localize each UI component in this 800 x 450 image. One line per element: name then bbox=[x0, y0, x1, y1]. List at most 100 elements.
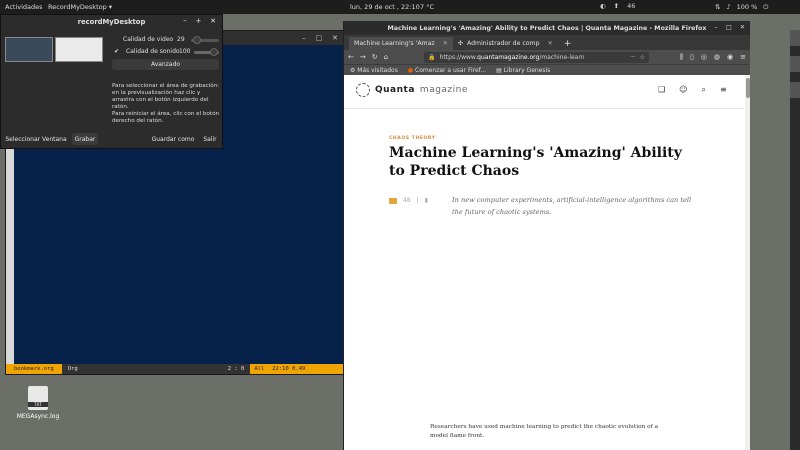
close-tab-icon[interactable]: ✕ bbox=[548, 40, 553, 47]
search-icon[interactable]: ⌕ bbox=[702, 85, 706, 95]
desktop-file-icon[interactable]: TXT MEGAsync.log bbox=[16, 386, 60, 420]
close-icon[interactable]: ✕ bbox=[332, 34, 338, 42]
screen-preview[interactable] bbox=[55, 37, 103, 62]
tab-addons[interactable]: ✣ Administrador de comp ✕ bbox=[453, 37, 558, 50]
maximize-icon[interactable]: + bbox=[196, 17, 202, 25]
bookmark-item[interactable]: ▤ Library Genesis bbox=[496, 67, 550, 74]
sound-checkbox[interactable]: ✔ bbox=[114, 48, 119, 55]
article-page[interactable]: Quanta magazine ❏ ☺ ⌕ ≡ CHAOS THEORY Mac… bbox=[344, 76, 749, 450]
new-tab-button[interactable]: + bbox=[558, 37, 578, 50]
maximize-icon[interactable]: □ bbox=[726, 24, 732, 31]
help-text-select: Para seleccionar el área de grabación: e… bbox=[112, 83, 220, 110]
url-prefix: https://www. bbox=[439, 53, 478, 61]
tray-icon[interactable]: ⬆ bbox=[614, 2, 619, 10]
puzzle-icon: ✣ bbox=[457, 40, 463, 47]
volume-icon: ♪ bbox=[726, 3, 731, 11]
quanta-logo-icon[interactable] bbox=[356, 83, 370, 97]
status-area[interactable]: ⇅ ♪ 100 % ⏻ bbox=[715, 3, 768, 12]
back-icon[interactable]: ← bbox=[348, 53, 354, 61]
slider-knob[interactable] bbox=[210, 48, 218, 56]
rmd-titlebar: recordMyDesktop – + ✕ bbox=[1, 15, 222, 28]
book-icon: ▤ bbox=[496, 66, 504, 74]
lock-icon: 🔒 bbox=[428, 53, 436, 61]
minimize-icon[interactable]: – bbox=[715, 24, 718, 31]
brand-name[interactable]: Quanta bbox=[375, 85, 415, 95]
tab-label: Machine Learning's 'Amaz bbox=[354, 40, 435, 47]
url-path: /machine-learn bbox=[539, 53, 585, 61]
article-headline: Machine Learning's 'Amazing' Ability to … bbox=[389, 145, 682, 179]
tray-icon[interactable]: ◐ bbox=[600, 2, 606, 10]
page-actions-icon[interactable]: ··· bbox=[630, 54, 636, 61]
article-dek: In new computer experiments, artificial-… bbox=[452, 196, 692, 216]
firefox-titlebar: Machine Learning's 'Amazing' Ability to … bbox=[344, 21, 750, 35]
sidebar-icon[interactable]: ▯ bbox=[690, 53, 694, 62]
comment-count[interactable]: 48 bbox=[403, 197, 411, 204]
nav-toolbar: ← → ↻ ⌂ 🔒 https://www. quantamagazine.or… bbox=[344, 50, 750, 64]
menu-icon[interactable]: ≡ bbox=[740, 53, 746, 62]
dock-item[interactable] bbox=[790, 30, 800, 46]
advanced-button[interactable]: Avanzado bbox=[112, 59, 219, 70]
weather-indicator[interactable]: 7 °C bbox=[420, 3, 434, 11]
bookmark-item[interactable]: ⚙ Más visitados bbox=[350, 67, 398, 74]
site-header: Quanta magazine bbox=[356, 83, 468, 97]
slider-knob[interactable] bbox=[193, 36, 201, 44]
screen-preview[interactable] bbox=[5, 37, 53, 62]
scrollbar[interactable] bbox=[745, 76, 750, 450]
bookmark-star-icon[interactable]: ☆ bbox=[640, 54, 645, 61]
scrollbar-thumb[interactable] bbox=[745, 78, 750, 98]
extension-icon[interactable]: ◍ bbox=[714, 53, 720, 62]
brand-suffix[interactable]: magazine bbox=[420, 85, 468, 95]
sync-icon[interactable]: ◎ bbox=[701, 53, 707, 62]
tab-article[interactable]: Machine Learning's 'Amaz ✕ bbox=[349, 37, 453, 50]
modeline-time: 22:10 0.49 bbox=[272, 366, 306, 372]
sound-quality-label: Calidad de sonido bbox=[126, 48, 180, 55]
reload-icon[interactable]: ↻ bbox=[372, 53, 378, 61]
tray-value: 46 bbox=[627, 2, 636, 10]
system-tray: ◐ ⬆ 46 bbox=[600, 2, 635, 10]
firefox-window: Machine Learning's 'Amazing' Ability to … bbox=[343, 21, 750, 450]
text-file-icon: TXT bbox=[28, 386, 48, 410]
home-icon[interactable]: ⌂ bbox=[384, 53, 388, 61]
major-mode: Org bbox=[61, 364, 222, 374]
dock-item[interactable] bbox=[790, 82, 800, 98]
library-icon[interactable]: ⫼ bbox=[680, 53, 683, 62]
cursor-position: 2 : 0 bbox=[221, 364, 251, 374]
bookmark-item[interactable]: ● Comenzar a usar Firef... bbox=[408, 67, 486, 74]
tab-label: Administrador de comp bbox=[467, 40, 540, 47]
minimize-icon[interactable]: – bbox=[183, 17, 186, 25]
save-as-button[interactable]: Guardar como bbox=[150, 133, 196, 145]
clock[interactable]: lun, 29 de oct , 22:10 bbox=[350, 3, 420, 11]
firefox-icon: ● bbox=[407, 66, 415, 74]
maximize-icon[interactable]: □ bbox=[316, 34, 323, 42]
url-bar[interactable]: 🔒 https://www. quantamagazine.org /machi… bbox=[424, 51, 650, 63]
dock-item[interactable] bbox=[790, 56, 800, 72]
close-icon[interactable]: ✕ bbox=[210, 17, 216, 25]
bookmarks-toolbar: ⚙ Más visitados ● Comenzar a usar Firef.… bbox=[344, 64, 750, 75]
desktop-file-label: MEGAsync.log bbox=[16, 413, 60, 420]
select-window-button[interactable]: Seleccionar Ventana bbox=[5, 133, 67, 145]
network-icon: ⇅ bbox=[715, 3, 721, 11]
hamburger-icon[interactable]: ≡ bbox=[720, 85, 727, 95]
url-domain: quantamagazine.org bbox=[477, 53, 540, 61]
forward-icon[interactable]: → bbox=[360, 53, 366, 61]
user-icon[interactable]: ☺ bbox=[679, 85, 687, 95]
activities-button[interactable]: Actividades bbox=[5, 3, 43, 11]
minimize-icon[interactable]: – bbox=[302, 34, 306, 42]
comment-icon[interactable] bbox=[389, 197, 397, 204]
battery-level: 100 % bbox=[736, 3, 758, 11]
bookmark-icon[interactable]: ▮ bbox=[425, 197, 428, 204]
window-title: Machine Learning's 'Amazing' Ability to … bbox=[387, 24, 707, 32]
close-icon[interactable]: ✕ bbox=[740, 24, 745, 31]
quit-button[interactable]: Salir bbox=[201, 133, 219, 145]
bookmark-icon[interactable]: ❏ bbox=[658, 85, 665, 95]
close-tab-icon[interactable]: ✕ bbox=[443, 40, 448, 47]
divider: | bbox=[416, 197, 419, 204]
image-caption: Researchers have used machine learning t… bbox=[430, 424, 659, 439]
top-panel: Actividades RecordMyDesktop ▾ lun, 29 de… bbox=[0, 0, 800, 14]
app-menu[interactable]: RecordMyDesktop ▾ bbox=[48, 3, 112, 11]
record-button[interactable]: Grabar bbox=[72, 133, 98, 145]
help-text-reset: Para reiniciar el área, clic con el botó… bbox=[112, 111, 220, 124]
extension-icon[interactable]: ◉ bbox=[727, 53, 733, 62]
emacs-modeline: bookmark.org Org 2 : 0 All 22:10 0.49 bbox=[6, 364, 344, 374]
article-kicker[interactable]: CHAOS THEORY bbox=[389, 136, 436, 141]
